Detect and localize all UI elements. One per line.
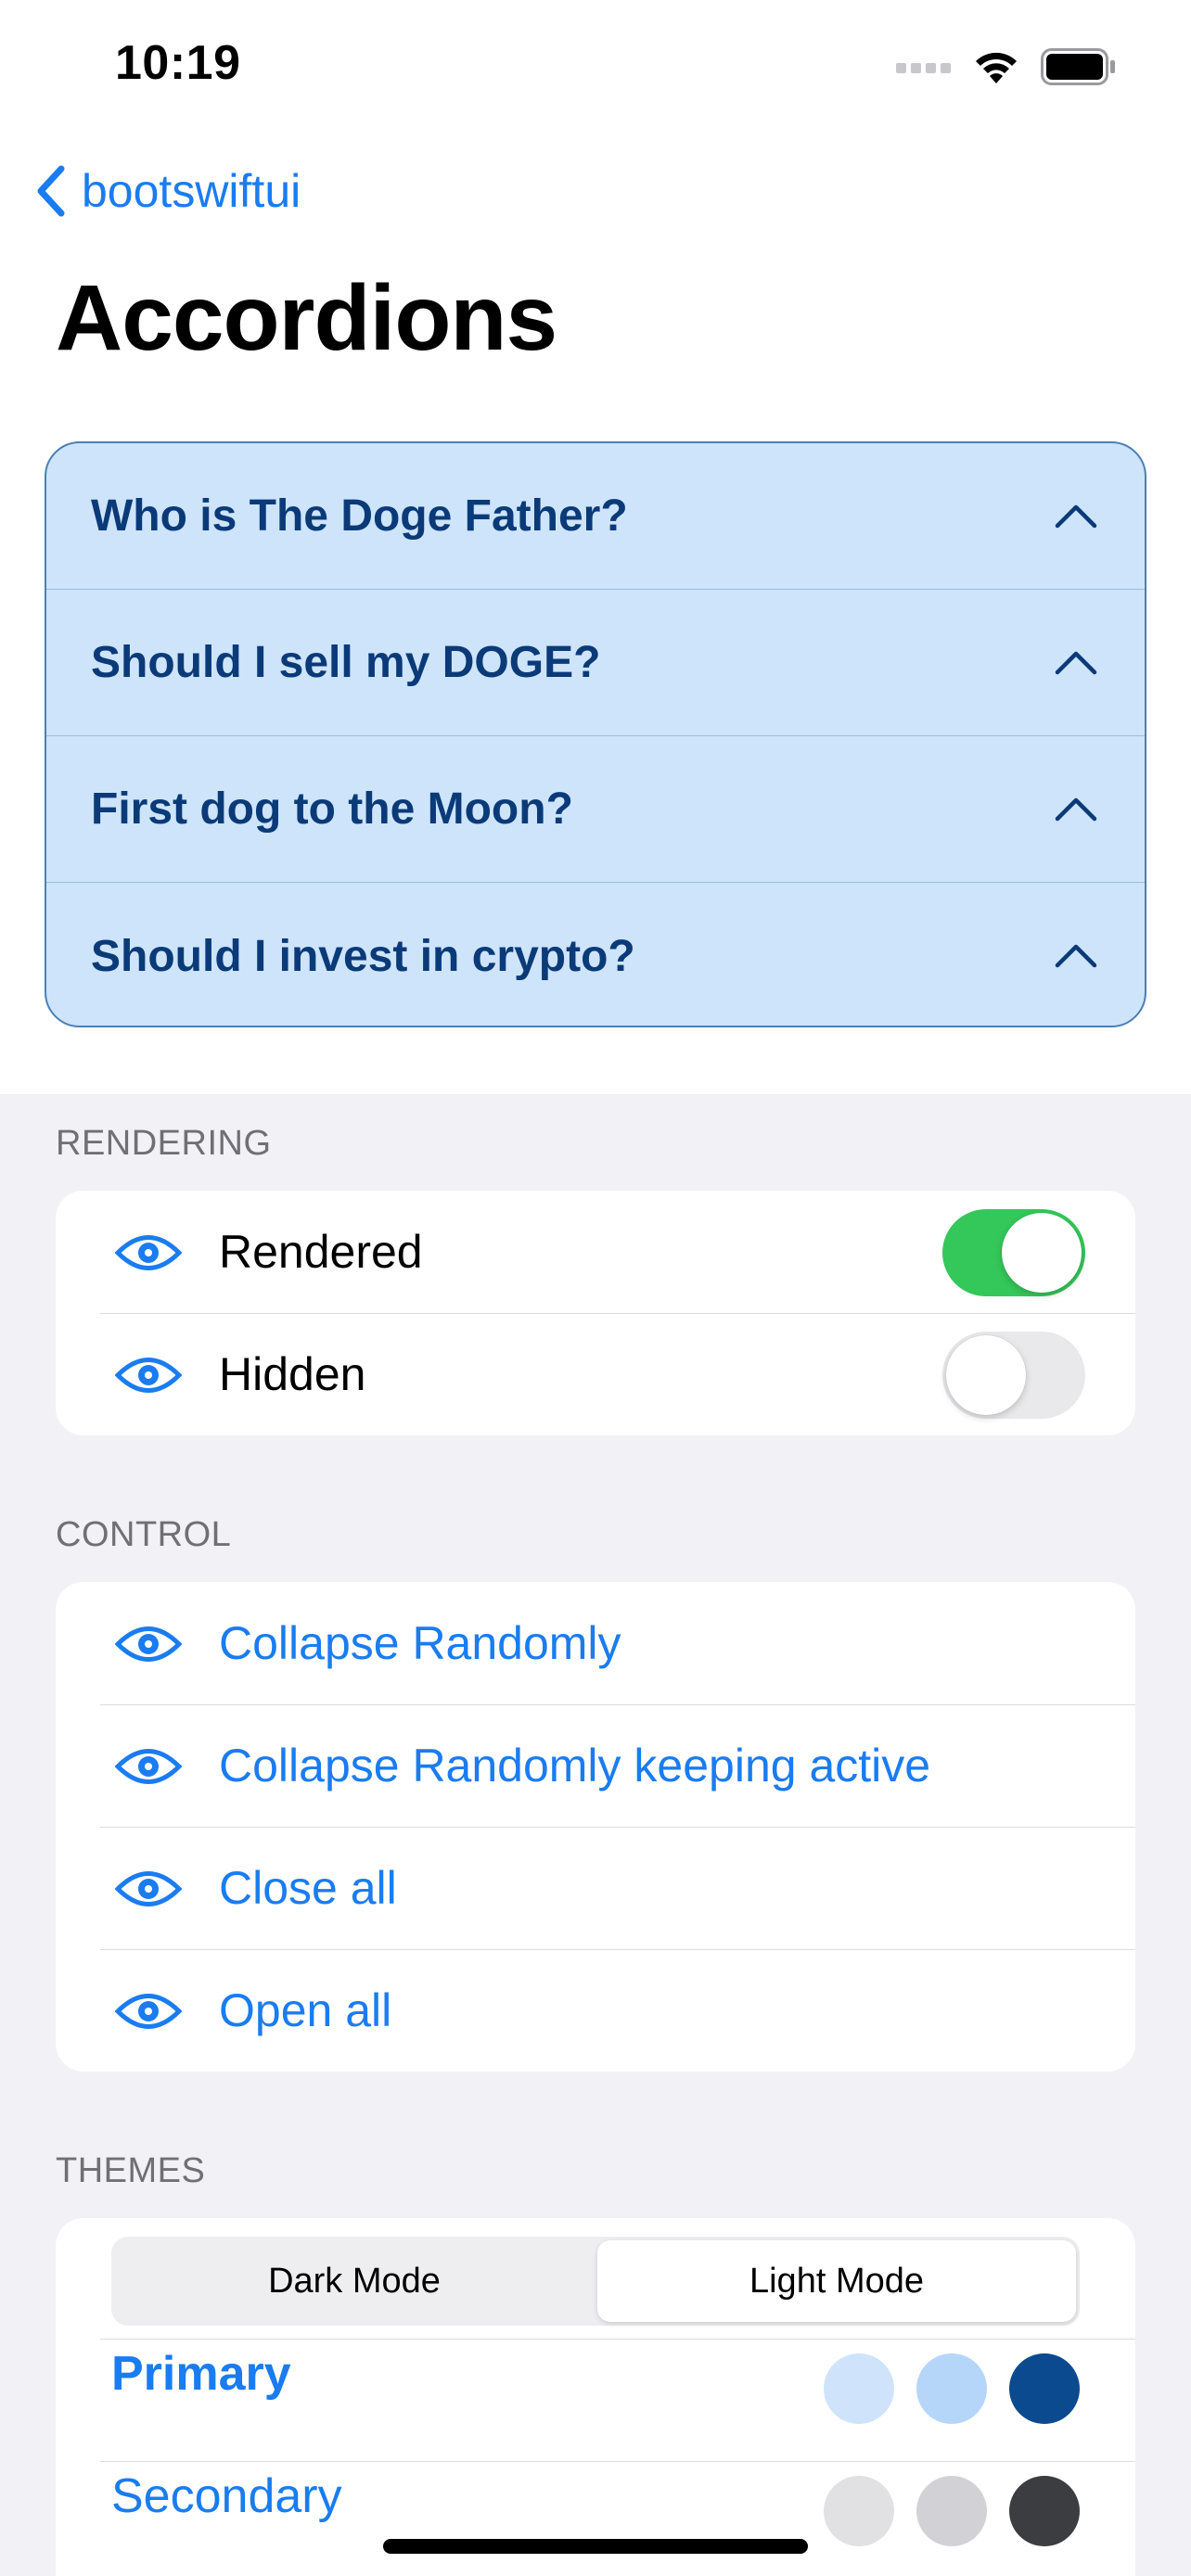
back-button-label: bootswiftui	[82, 165, 301, 217]
row-label: Open all	[219, 1984, 392, 2036]
home-indicator[interactable]	[383, 2539, 808, 2554]
segment-dark-mode[interactable]: Dark Mode	[115, 2240, 594, 2322]
control-row-collapse-randomly-keeping-active[interactable]: Collapse Randomly keeping active	[56, 1704, 1135, 1827]
row-label: Collapse Randomly keeping active	[219, 1740, 931, 1792]
chevron-up-icon	[1055, 797, 1097, 821]
eye-icon	[115, 1626, 182, 1662]
color-swatch	[1009, 2476, 1080, 2546]
row-label: Collapse Randomly	[219, 1617, 621, 1669]
eye-icon	[115, 1358, 182, 1393]
rendering-card: Rendered Hidden	[56, 1191, 1135, 1435]
control-row-collapse-randomly[interactable]: Collapse Randomly	[56, 1582, 1135, 1704]
themes-card: Dark Mode Light Mode Primary Secondary	[56, 2218, 1135, 2576]
eye-icon	[115, 1871, 182, 1906]
theme-mode-picker: Dark Mode Light Mode	[111, 2237, 1080, 2326]
control-card: Collapse Randomly Collapse Randomly keep…	[56, 1582, 1135, 2072]
accordion-item[interactable]: Should I invest in crypto?	[46, 883, 1145, 1026]
accordion-item-label: First dog to the Moon?	[91, 784, 573, 834]
color-swatch	[916, 2353, 987, 2424]
color-swatch	[824, 2353, 894, 2424]
status-icons	[896, 48, 1117, 85]
theme-primary-label[interactable]: Primary	[111, 2346, 291, 2402]
rendering-row-hidden: Hidden	[56, 1313, 1135, 1435]
section-header-control: CONTROL	[56, 1515, 232, 1554]
page-title: Accordions	[56, 266, 557, 370]
chevron-left-icon	[37, 165, 65, 217]
segment-light-mode[interactable]: Light Mode	[597, 2240, 1076, 2322]
control-row-close-all[interactable]: Close all	[56, 1827, 1135, 1949]
hidden-toggle[interactable]	[942, 1332, 1085, 1419]
color-swatch	[1009, 2353, 1080, 2424]
status-bar: 10:19	[0, 0, 1191, 139]
row-label: Close all	[219, 1862, 397, 1914]
section-header-themes: THEMES	[56, 2151, 206, 2190]
row-label: Hidden	[219, 1348, 366, 1400]
wifi-icon	[976, 52, 1017, 83]
accordion-item[interactable]: Should I sell my DOGE?	[46, 590, 1145, 736]
color-swatch	[824, 2476, 894, 2546]
back-button[interactable]: bootswiftui	[33, 163, 301, 219]
toggle-knob	[946, 1335, 1026, 1415]
cellular-signal-icon	[896, 63, 951, 73]
battery-icon	[1041, 48, 1115, 85]
accordion-item[interactable]: First dog to the Moon?	[46, 736, 1145, 883]
section-header-rendering: RENDERING	[56, 1124, 272, 1163]
divider	[100, 2461, 1135, 2462]
toggle-knob	[1002, 1213, 1082, 1293]
eye-icon	[115, 1235, 182, 1270]
eye-icon	[115, 1749, 182, 1784]
chevron-up-icon	[1055, 651, 1097, 674]
color-swatch	[916, 2476, 987, 2546]
theme-secondary-label[interactable]: Secondary	[111, 2468, 342, 2524]
chevron-up-icon	[1055, 504, 1097, 528]
accordion-item-label: Should I invest in crypto?	[91, 931, 635, 981]
chevron-up-icon	[1055, 944, 1097, 968]
rendered-toggle[interactable]	[942, 1209, 1085, 1296]
secondary-color-swatches	[824, 2476, 1080, 2546]
status-time: 10:19	[115, 36, 241, 90]
divider	[100, 2339, 1135, 2340]
primary-color-swatches	[824, 2353, 1080, 2424]
row-label: Rendered	[219, 1226, 423, 1278]
eye-icon	[115, 1994, 182, 2029]
accordion-item-label: Should I sell my DOGE?	[91, 638, 601, 687]
accordion-item[interactable]: Who is The Doge Father?	[46, 443, 1145, 590]
settings-list: RENDERING Rendered Hidden CONTROL Collap…	[0, 1094, 1191, 2576]
rendering-row-rendered: Rendered	[56, 1191, 1135, 1313]
accordion-item-label: Who is The Doge Father?	[91, 491, 628, 541]
control-row-open-all[interactable]: Open all	[56, 1949, 1135, 2072]
accordion: Who is The Doge Father? Should I sell my…	[45, 441, 1146, 1027]
